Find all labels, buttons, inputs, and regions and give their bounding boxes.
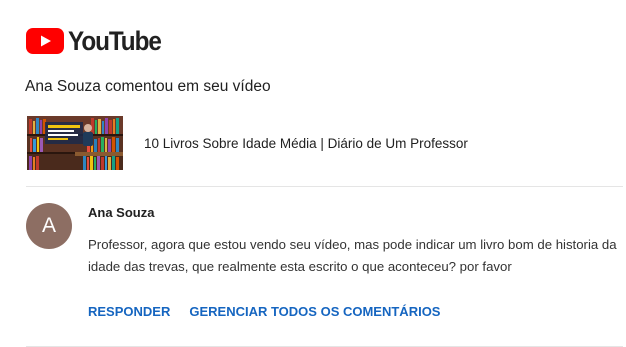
avatar-letter: A <box>41 214 56 237</box>
reply-button[interactable]: RESPONDER <box>88 304 170 319</box>
notification-headline: Ana Souza comentou em seu vídeo <box>25 78 271 95</box>
youtube-logo[interactable]: YouTube <box>26 26 171 56</box>
youtube-play-icon <box>26 28 64 54</box>
comment-author[interactable]: Ana Souza <box>88 205 154 220</box>
manage-comments-button[interactable]: GERENCIAR TODOS OS COMENTÁRIOS <box>189 304 440 319</box>
video-link[interactable]: 10 Livros Sobre Idade Média | Diário de … <box>27 116 468 170</box>
comment-actions: RESPONDER GERENCIAR TODOS OS COMENTÁRIOS <box>88 304 440 319</box>
video-thumbnail[interactable] <box>27 116 123 170</box>
comment-text: Professor, agora que estou vendo seu víd… <box>88 237 617 274</box>
youtube-wordmark: YouTube <box>68 26 162 56</box>
divider-top <box>26 186 623 187</box>
avatar[interactable]: A <box>26 203 72 249</box>
video-title[interactable]: 10 Livros Sobre Idade Média | Diário de … <box>144 136 468 151</box>
